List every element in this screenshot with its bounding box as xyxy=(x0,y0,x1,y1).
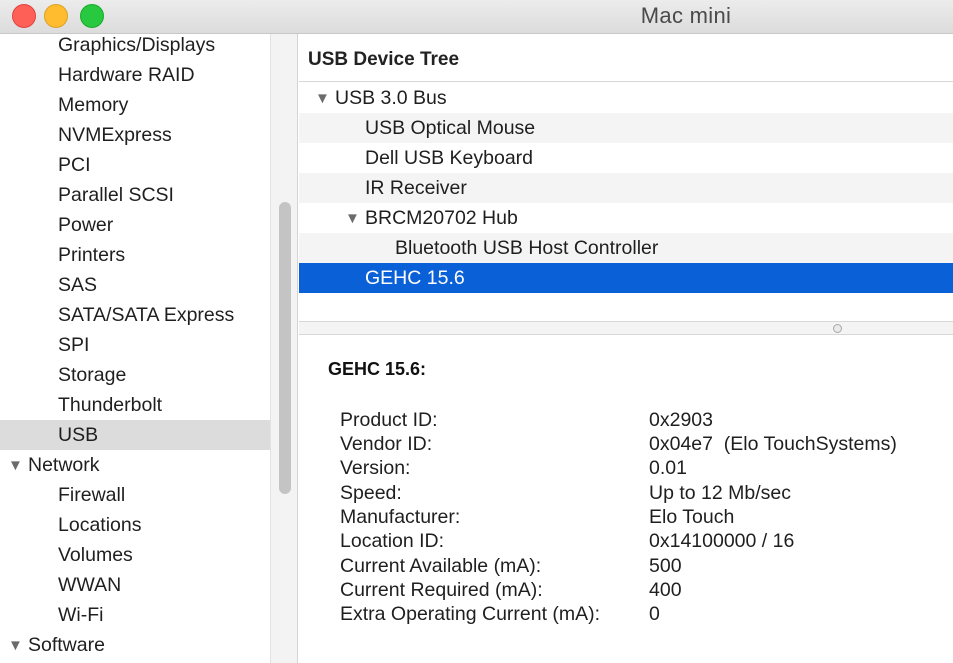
prop-label: Product ID: xyxy=(340,409,438,431)
tree-row-bluetooth-controller[interactable]: Bluetooth USB Host Controller xyxy=(299,233,953,263)
prop-label: Version: xyxy=(340,457,411,479)
sidebar-item-label: PCI xyxy=(58,154,91,176)
prop-value: 400 xyxy=(649,579,682,601)
scrollbar-thumb[interactable] xyxy=(279,202,291,494)
prop-value: 0x2903 xyxy=(649,409,713,431)
prop-value: Up to 12 Mb/sec xyxy=(649,482,791,504)
prop-label: Vendor ID: xyxy=(340,433,433,455)
disclosure-triangle-icon[interactable]: ▼ xyxy=(8,451,28,481)
sidebar-item-label: Wi-Fi xyxy=(58,604,104,626)
detail-title: GEHC 15.6: xyxy=(328,359,427,379)
sidebar-item-label: Volumes xyxy=(58,544,133,566)
sidebar-item-label: Locations xyxy=(58,514,142,536)
prop-value: 0 xyxy=(649,603,660,625)
sidebar-item-label: SPI xyxy=(58,334,90,356)
prop-value: 500 xyxy=(649,555,682,577)
sidebar-item-volumes[interactable]: Volumes xyxy=(0,540,270,570)
sidebar-item-label: Power xyxy=(58,214,114,236)
sidebar-item-power[interactable]: Power xyxy=(0,210,270,240)
disclosure-triangle-icon[interactable]: ▼ xyxy=(315,84,335,114)
sidebar-scrollbar[interactable] xyxy=(270,34,298,663)
tree-row-label: BRCM20702 Hub xyxy=(365,207,518,229)
splitter-handle-icon[interactable] xyxy=(833,324,842,333)
prop-label: Current Available (mA): xyxy=(340,555,542,577)
sidebar-item-label: Thunderbolt xyxy=(58,394,163,416)
prop-label: Manufacturer: xyxy=(340,506,461,528)
sidebar-item-memory[interactable]: Memory xyxy=(0,90,270,120)
sidebar-item-storage[interactable]: Storage xyxy=(0,360,270,390)
prop-label: Location ID: xyxy=(340,530,445,552)
sidebar-item-nvmexpress[interactable]: NVMExpress xyxy=(0,120,270,150)
sidebar-item-label: WWAN xyxy=(58,574,122,596)
disclosure-triangle-icon[interactable]: ▼ xyxy=(345,204,365,234)
pane-splitter[interactable] xyxy=(299,321,953,335)
disclosure-triangle-icon[interactable]: ▼ xyxy=(8,631,28,661)
sidebar-item-label: Memory xyxy=(58,94,129,116)
sidebar-item-label: NVMExpress xyxy=(58,124,172,146)
sidebar-item-label: Hardware RAID xyxy=(58,64,195,86)
sidebar-item-label: SATA/SATA Express xyxy=(58,304,235,326)
sidebar-item-locations[interactable]: Locations xyxy=(0,510,270,540)
title-bar: Mac mini xyxy=(0,0,953,34)
sidebar-item-label: Printers xyxy=(58,244,126,266)
sidebar-item-wifi[interactable]: Wi-Fi xyxy=(0,600,270,630)
sidebar-item-pci[interactable]: PCI xyxy=(0,150,270,180)
tree-row-dell-keyboard[interactable]: Dell USB Keyboard xyxy=(299,143,953,173)
sidebar-item-label: SAS xyxy=(58,274,98,296)
tree-row-gehc[interactable]: GEHC 15.6 xyxy=(299,263,953,293)
prop-label: Speed: xyxy=(340,482,402,504)
sidebar-item-label: Storage xyxy=(58,364,127,386)
sidebar-item-hardware-raid[interactable]: Hardware RAID xyxy=(0,60,270,90)
sidebar-item-label: Firewall xyxy=(58,484,126,506)
tree-row-label: USB Optical Mouse xyxy=(365,117,536,139)
tree-row-label: USB 3.0 Bus xyxy=(335,87,447,109)
sidebar-item-label: USB xyxy=(58,424,99,446)
sidebar-item-label: Network xyxy=(28,454,100,476)
window-title: Mac mini xyxy=(640,3,732,28)
prop-value: 0.01 xyxy=(649,457,687,479)
sidebar-item-label: Graphics/Displays xyxy=(58,34,216,56)
close-window-button[interactable] xyxy=(12,4,36,28)
sidebar-item-software[interactable]: ▼ Software xyxy=(0,630,270,660)
sidebar-item-sata[interactable]: SATA/SATA Express xyxy=(0,300,270,330)
sidebar-item-parallel-scsi[interactable]: Parallel SCSI xyxy=(0,180,270,210)
tree-row-label: GEHC 15.6 xyxy=(365,267,465,289)
tree-row-usb-bus[interactable]: ▼ USB 3.0 Bus xyxy=(299,83,953,113)
device-tree-header: USB Device Tree xyxy=(299,38,953,82)
prop-label: Current Required (mA): xyxy=(340,579,543,601)
sidebar-item-thunderbolt[interactable]: Thunderbolt xyxy=(0,390,270,420)
tree-row-label: Dell USB Keyboard xyxy=(365,147,533,169)
tree-row-brcm-hub[interactable]: ▼ BRCM20702 Hub xyxy=(299,203,953,233)
tree-row-optical-mouse[interactable]: USB Optical Mouse xyxy=(299,113,953,143)
tree-row-label: Bluetooth USB Host Controller xyxy=(395,237,659,259)
sidebar-item-spi[interactable]: SPI xyxy=(0,330,270,360)
sidebar-item-usb[interactable]: USB xyxy=(0,420,270,450)
sidebar-item-graphics-displays[interactable]: Graphics/Displays xyxy=(0,34,270,60)
sidebar-item-label: Parallel SCSI xyxy=(58,184,174,206)
sidebar-item-label: Software xyxy=(28,634,105,656)
minimize-window-button[interactable] xyxy=(44,4,68,28)
tree-row-label: IR Receiver xyxy=(365,177,467,199)
sidebar-item-wwan[interactable]: WWAN xyxy=(0,570,270,600)
sidebar-item-sas[interactable]: SAS xyxy=(0,270,270,300)
main-panel: USB Device Tree ▼ USB 3.0 Bus USB Optical… xyxy=(299,34,953,663)
sidebar-item-firewall[interactable]: Firewall xyxy=(0,480,270,510)
tree-row-ir-receiver[interactable]: IR Receiver xyxy=(299,173,953,203)
prop-label: Extra Operating Current (mA): xyxy=(340,603,601,625)
sidebar-item-printers[interactable]: Printers xyxy=(0,240,270,270)
sidebar: Graphics/Displays Hardware RAID Memory N… xyxy=(0,34,270,663)
prop-value: 0x14100000 / 16 xyxy=(649,530,795,552)
prop-value: Elo Touch xyxy=(649,506,735,528)
sidebar-item-network[interactable]: ▼ Network xyxy=(0,450,270,480)
prop-value: 0x04e7 (Elo TouchSystems) xyxy=(649,433,897,455)
zoom-window-button[interactable] xyxy=(80,4,104,28)
